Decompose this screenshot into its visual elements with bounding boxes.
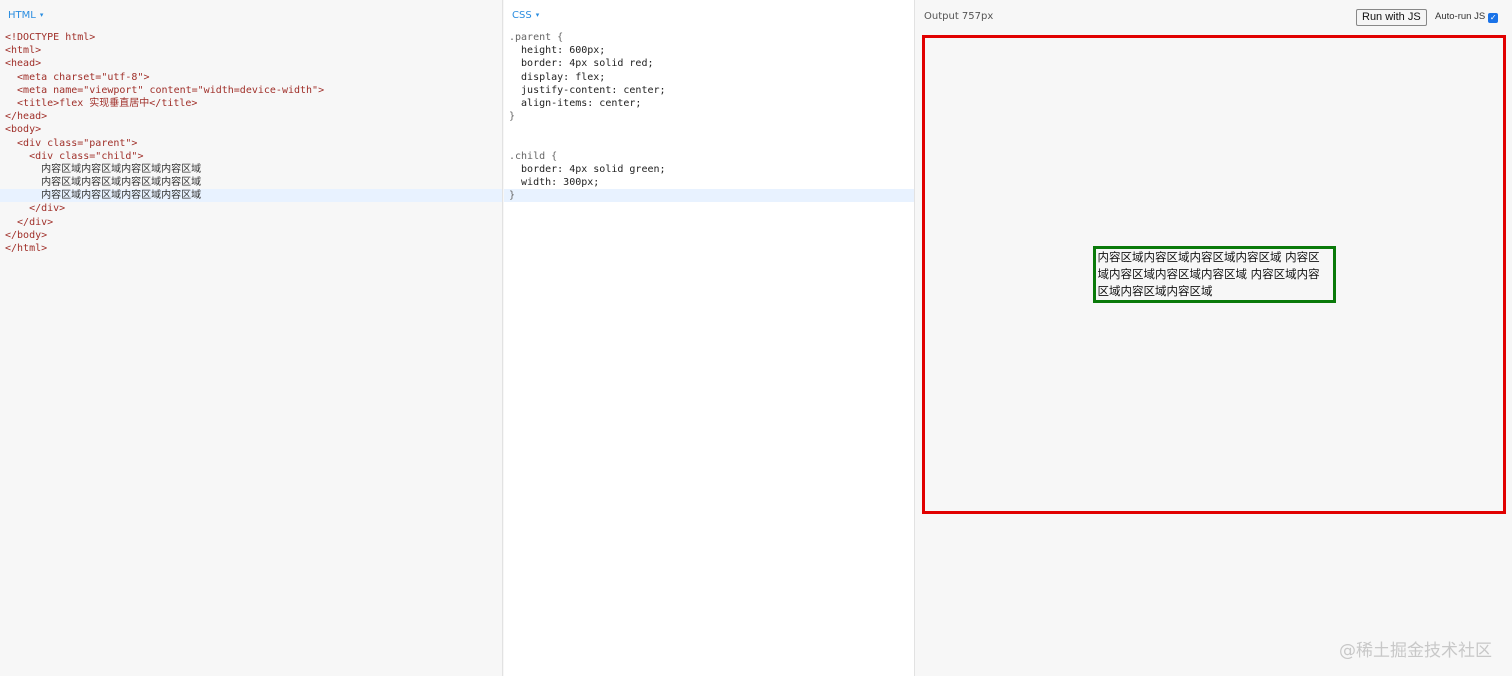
code-line: </div>	[0, 216, 502, 229]
code-line: </div>	[0, 202, 502, 215]
watermark: @稀土掘金技术社区	[1339, 641, 1492, 661]
code-text: <meta name="viewport" content="width=dev…	[5, 84, 325, 96]
output-pane: Output 757px Run with JS Auto-run JS ✓ 内容…	[916, 0, 1512, 676]
code-line: .parent {	[504, 31, 914, 44]
code-line: </html>	[0, 242, 502, 255]
code-line-active: 内容区域内容区域内容区域内容区域	[0, 189, 502, 203]
autorun-label[interactable]: Auto-run JS	[1435, 11, 1485, 22]
code-line: <head>	[0, 57, 502, 70]
output-header: Output 757px Run with JS Auto-run JS ✓	[916, 0, 1512, 34]
code-line: }	[504, 110, 914, 123]
code-text: }	[509, 111, 516, 123]
output-title: Output 757px	[924, 11, 994, 22]
code-line: 内容区域内容区域内容区域内容区域	[0, 176, 502, 189]
code-line: <meta charset="utf-8">	[0, 71, 502, 84]
code-text: <body>	[5, 124, 42, 136]
code-text: </div>	[5, 216, 54, 228]
child-box: 内容区域内容区域内容区域内容区域 内容区域内容区域内容区域内容区域 内容区域内容…	[1092, 246, 1336, 303]
html-pane-label[interactable]: HTML	[8, 10, 36, 21]
code-text: display: flex;	[509, 71, 606, 83]
code-line: border: 4px solid green;	[504, 163, 914, 176]
code-text: </div>	[5, 203, 66, 215]
code-text: <html>	[5, 45, 42, 57]
code-text: width: 300px;	[509, 177, 600, 189]
code-line: <!DOCTYPE html>	[0, 31, 502, 44]
css-pane-header[interactable]: CSS ▾	[504, 0, 914, 30]
code-text: </head>	[5, 111, 48, 123]
code-line: 内容区域内容区域内容区域内容区域	[0, 163, 502, 176]
code-text: .parent {	[509, 32, 564, 43]
run-with-js-button[interactable]: Run with JS	[1356, 9, 1427, 26]
code-line: height: 600px;	[504, 44, 914, 57]
autorun-toggle[interactable]: Auto-run JS ✓	[1435, 11, 1499, 23]
code-line: <body>	[0, 123, 502, 136]
code-text: 内容区域内容区域内容区域内容区域	[5, 163, 202, 175]
chevron-down-icon[interactable]: ▾	[536, 11, 540, 19]
code-text: <meta charset="utf-8">	[5, 71, 150, 83]
code-line: border: 4px solid red;	[504, 57, 914, 70]
code-line-active: }	[504, 189, 914, 203]
html-editor-pane[interactable]: HTML ▾ <!DOCTYPE html> <html> <head> <met…	[0, 0, 503, 676]
code-text: .child {	[509, 150, 558, 162]
css-pane-label[interactable]: CSS	[512, 10, 532, 21]
css-code-editor[interactable]: .parent { height: 600px; border: 4px sol…	[504, 30, 914, 203]
code-line: align-items: center;	[504, 97, 914, 110]
code-line: <meta name="viewport" content="width=dev…	[0, 84, 502, 97]
code-text: <div class="child">	[5, 150, 144, 162]
parent-box: 内容区域内容区域内容区域内容区域 内容区域内容区域内容区域内容区域 内容区域内容…	[922, 35, 1506, 514]
code-line: justify-content: center;	[504, 84, 914, 97]
code-line: <div class="parent">	[0, 137, 502, 150]
code-text: </body>	[5, 229, 48, 241]
code-line: <html>	[0, 44, 502, 57]
code-text: 内容区域内容区域内容区域内容区域	[5, 190, 202, 202]
code-text: border: 4px solid green;	[509, 163, 666, 175]
code-text: align-items: center;	[509, 97, 642, 109]
code-text: justify-content: center;	[509, 84, 666, 96]
code-line: </head>	[0, 110, 502, 123]
code-text: height: 600px;	[509, 45, 606, 57]
html-code-editor[interactable]: <!DOCTYPE html> <html> <head> <meta char…	[0, 30, 502, 255]
code-line: .child {	[504, 150, 914, 163]
code-text: 内容区域内容区域内容区域内容区域	[5, 177, 202, 189]
code-text: border: 4px solid red;	[509, 58, 654, 70]
code-line: display: flex;	[504, 71, 914, 84]
code-line: <div class="child">	[0, 150, 502, 163]
code-text: <!DOCTYPE html>	[5, 32, 96, 43]
code-line: </body>	[0, 229, 502, 242]
checkbox-checked-icon[interactable]: ✓	[1488, 13, 1499, 23]
code-text: }	[509, 190, 516, 202]
code-text: <head>	[5, 58, 42, 70]
code-line: <title>flex 实现垂直居中</title>	[0, 97, 502, 110]
chevron-down-icon[interactable]: ▾	[40, 11, 44, 19]
code-text: <div class="parent">	[5, 137, 138, 149]
css-editor-pane[interactable]: CSS ▾ .parent { height: 600px; border: 4p…	[504, 0, 915, 676]
code-text: </html>	[5, 243, 48, 254]
code-line: width: 300px;	[504, 176, 914, 189]
code-text: <title>flex 实现垂直居中</title>	[5, 97, 198, 109]
html-pane-header[interactable]: HTML ▾	[0, 0, 502, 30]
